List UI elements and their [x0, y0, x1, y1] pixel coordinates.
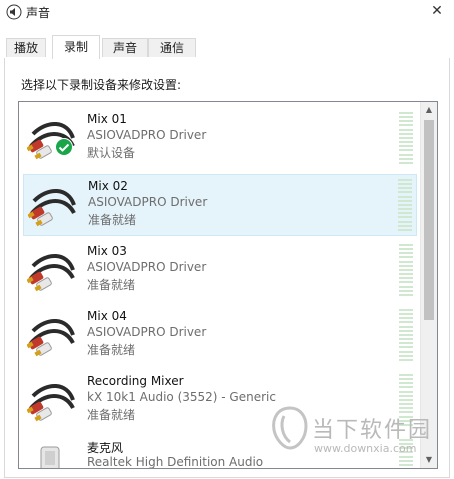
device-item-mix-01[interactable]: Mix 01 ASIOVADPRO Driver 默认设备: [23, 108, 417, 170]
rca-cable-icon: [27, 319, 75, 357]
device-item-mix-02[interactable]: Mix 02 ASIOVADPRO Driver 准备就绪: [23, 174, 417, 236]
watermark-url: www.downxia.com: [314, 442, 417, 455]
speaker-icon: [6, 4, 22, 20]
device-status: 准备就绪: [88, 213, 137, 227]
default-device-check-icon: [55, 138, 73, 156]
level-meter: [399, 244, 413, 296]
watermark: 当下软件园 www.downxia.com: [270, 406, 454, 466]
instruction-text: 选择以下录制设备来修改设置:: [21, 78, 182, 92]
level-meter: [399, 112, 413, 164]
rca-cable-icon: [27, 254, 75, 292]
tab-recording[interactable]: 录制: [52, 35, 100, 59]
tab-bar: 播放 录制 声音 通信: [4, 35, 450, 59]
device-driver: Realtek High Definition Audio: [87, 455, 264, 469]
device-driver: ASIOVADPRO Driver: [87, 128, 207, 142]
device-driver: kX 10k1 Audio (3552) - Generic: [87, 390, 276, 404]
device-driver: ASIOVADPRO Driver: [88, 195, 208, 209]
device-status: 准备就绪: [87, 278, 136, 292]
tab-sounds[interactable]: 声音: [102, 38, 148, 57]
device-status: 默认设备: [87, 146, 136, 160]
device-name: Mix 04: [87, 309, 127, 323]
device-item-mix-03[interactable]: Mix 03 ASIOVADPRO Driver 准备就绪: [23, 240, 417, 302]
device-item-mix-04[interactable]: Mix 04 ASIOVADPRO Driver 准备就绪: [23, 305, 417, 367]
device-name: 麦克风: [87, 441, 124, 455]
device-status: 准备就绪: [87, 343, 136, 357]
device-name: Mix 03: [87, 244, 127, 258]
scroll-thumb[interactable]: [424, 120, 434, 320]
device-name: Mix 02: [88, 179, 128, 193]
device-status: 准备就绪: [87, 408, 136, 422]
window-title: 声音: [26, 6, 51, 20]
tab-communications[interactable]: 通信: [148, 38, 196, 57]
device-driver: ASIOVADPRO Driver: [87, 260, 207, 274]
rca-cable-icon: [28, 189, 76, 227]
tab-playback[interactable]: 播放: [6, 38, 46, 57]
device-name: Recording Mixer: [87, 374, 184, 388]
watermark-brand: 当下软件园: [312, 418, 433, 443]
title-bar: 声音 ✕: [0, 0, 454, 26]
device-driver: ASIOVADPRO Driver: [87, 325, 207, 339]
level-meter: [398, 179, 412, 231]
rca-cable-icon: [27, 384, 75, 422]
close-button[interactable]: ✕: [426, 0, 448, 22]
scroll-up-arrow-icon[interactable]: ▲: [421, 102, 437, 118]
level-meter: [399, 309, 413, 361]
sound-dialog: 声音 ✕ 播放 录制 声音 通信 选择以下录制设备来修改设置: Mix 01 A…: [0, 0, 454, 479]
device-name: Mix 01: [87, 112, 127, 126]
downxia-logo-icon: [272, 406, 308, 450]
microphone-icon: [40, 446, 60, 468]
